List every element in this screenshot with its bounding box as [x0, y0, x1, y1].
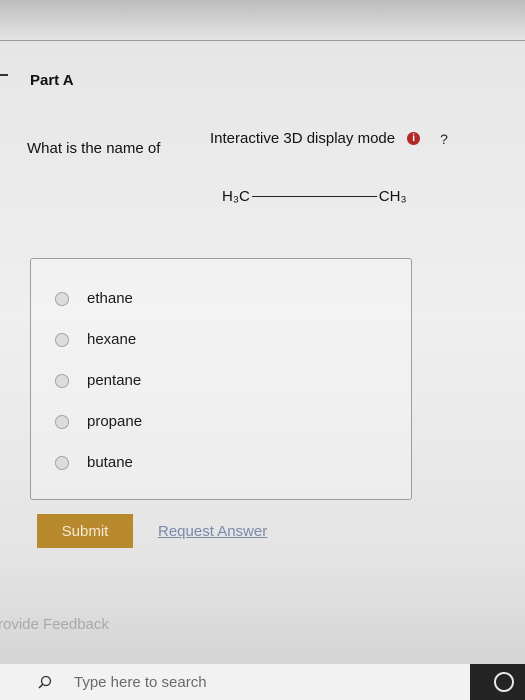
answer-options: ethane hexane pentane propane butane [30, 258, 412, 500]
radio-button[interactable] [55, 291, 69, 306]
molecule-left-group: H₃C [222, 188, 250, 205]
option-butane[interactable]: butane [55, 454, 133, 471]
request-answer-link[interactable]: Request Answer [158, 523, 267, 540]
radio-button[interactable] [55, 455, 69, 470]
submit-button[interactable]: Submit [37, 514, 133, 548]
display-mode-control[interactable]: Interactive 3D display mode i ? [210, 130, 448, 147]
option-label: ethane [87, 290, 133, 307]
help-icon[interactable]: ? [440, 131, 448, 147]
radio-button[interactable] [55, 373, 69, 388]
option-ethane[interactable]: ethane [55, 290, 133, 307]
option-label: pentane [87, 372, 142, 389]
top-divider [0, 40, 525, 41]
search-placeholder[interactable]: Type here to search [74, 674, 207, 691]
search-icon [38, 675, 52, 689]
radio-button[interactable] [55, 332, 69, 347]
page: Part A What is the name of Interactive 3… [0, 0, 525, 700]
molecule-right-group: CH₃ [378, 188, 407, 205]
question-text: What is the name of [27, 140, 161, 157]
display-mode-label[interactable]: Interactive 3D display mode [210, 130, 395, 147]
option-label: hexane [87, 331, 137, 348]
option-hexane[interactable]: hexane [55, 331, 136, 348]
option-propane[interactable]: propane [55, 413, 142, 430]
option-label: propane [87, 413, 143, 430]
provide-feedback-link[interactable]: rovide Feedback [0, 616, 109, 633]
part-marker [0, 74, 8, 76]
part-title: Part A [30, 72, 74, 89]
cortana-icon[interactable] [494, 672, 514, 692]
option-pentane[interactable]: pentane [55, 372, 141, 389]
option-label: butane [87, 454, 133, 471]
single-bond [251, 196, 377, 197]
molecule-structure: H₃C CH₃ [222, 188, 407, 205]
radio-button[interactable] [55, 414, 69, 429]
info-icon[interactable]: i [407, 132, 421, 145]
taskbar-search[interactable]: Type here to search [0, 664, 470, 700]
